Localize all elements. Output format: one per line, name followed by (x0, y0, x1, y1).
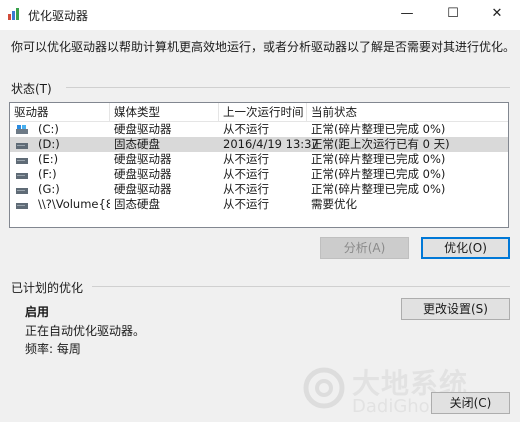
drive-row-c[interactable]: (C:) 硬盘驱动器 从不运行 正常(碎片整理已完成 0%) (10, 122, 508, 137)
title-bar: 优化驱动器 — ☐ ✕ (0, 0, 520, 30)
drive-status: 正常(碎片整理已完成 0%) (311, 152, 446, 166)
minimize-button[interactable]: — (384, 0, 430, 30)
drive-name: (E:) (38, 152, 59, 166)
drive-status: 正常(距上次运行已有 0 天) (311, 137, 450, 151)
drive-icon (16, 203, 28, 209)
media-type: 硬盘驱动器 (114, 122, 172, 136)
last-run: 从不运行 (223, 182, 269, 196)
schedule-frequency: 频率: 每周 (25, 342, 81, 356)
drive-name: (C:) (38, 122, 59, 136)
maximize-button[interactable]: ☐ (430, 0, 476, 30)
drive-name: (F:) (38, 167, 57, 181)
defrag-app-icon (8, 8, 19, 20)
last-run: 从不运行 (223, 167, 269, 181)
system-drive-icon (16, 125, 28, 134)
scheduled-divider (92, 286, 510, 287)
schedule-state: 启用 (25, 305, 50, 319)
drive-status: 正常(碎片整理已完成 0%) (311, 182, 446, 196)
status-divider (66, 87, 510, 88)
drive-status: 正常(碎片整理已完成 0%) (311, 167, 446, 181)
column-header-drive[interactable]: 驱动器 (10, 103, 110, 121)
drive-status: 需要优化 (311, 197, 357, 211)
column-header-status[interactable]: 当前状态 (307, 103, 508, 121)
drive-list[interactable]: 驱动器 媒体类型 上一次运行时间 当前状态 (C:) 硬盘驱动器 从不运行 正常… (9, 102, 509, 228)
column-header-last-run[interactable]: 上一次运行时间 (219, 103, 307, 121)
analyze-button[interactable]: 分析(A) (320, 237, 409, 259)
media-type: 固态硬盘 (114, 197, 160, 211)
schedule-running-text: 正在自动优化驱动器。 (25, 324, 146, 338)
media-type: 硬盘驱动器 (114, 167, 172, 181)
drive-name: \\?\Volume{8181... (38, 197, 110, 211)
last-run: 从不运行 (223, 152, 269, 166)
drive-icon (16, 143, 28, 149)
column-header-media-type[interactable]: 媒体类型 (110, 103, 219, 121)
last-run: 2016/4/19 13:37 (223, 137, 319, 151)
media-type: 固态硬盘 (114, 137, 160, 151)
scheduled-section-label: 已计划的优化 (11, 281, 84, 295)
close-button[interactable]: 关闭(C) (431, 392, 510, 414)
drive-row-volume[interactable]: \\?\Volume{8181... 固态硬盘 从不运行 需要优化 (10, 197, 508, 212)
drive-row-d[interactable]: (D:) 固态硬盘 2016/4/19 13:37 正常(距上次运行已有 0 天… (10, 137, 508, 152)
drive-status: 正常(碎片整理已完成 0%) (311, 122, 446, 136)
change-settings-button[interactable]: 更改设置(S) (401, 298, 510, 320)
drive-icon (16, 173, 28, 179)
description-text: 你可以优化驱动器以帮助计算机更高效地运行，或者分析驱动器以了解是否需要对其进行优… (11, 40, 516, 54)
last-run: 从不运行 (223, 197, 269, 211)
drive-row-f[interactable]: (F:) 硬盘驱动器 从不运行 正常(碎片整理已完成 0%) (10, 167, 508, 182)
media-type: 硬盘驱动器 (114, 182, 172, 196)
drive-icon (16, 188, 28, 194)
drive-name: (G:) (38, 182, 60, 196)
window-title: 优化驱动器 (28, 9, 89, 23)
media-type: 硬盘驱动器 (114, 152, 172, 166)
optimize-button[interactable]: 优化(O) (421, 237, 510, 259)
status-section-label: 状态(T) (11, 82, 52, 96)
watermark-logo-icon (303, 367, 345, 409)
close-window-button[interactable]: ✕ (474, 0, 520, 30)
drive-icon (16, 158, 28, 164)
list-header: 驱动器 媒体类型 上一次运行时间 当前状态 (10, 103, 508, 122)
last-run: 从不运行 (223, 122, 269, 136)
drive-row-g[interactable]: (G:) 硬盘驱动器 从不运行 正常(碎片整理已完成 0%) (10, 182, 508, 197)
drive-row-e[interactable]: (E:) 硬盘驱动器 从不运行 正常(碎片整理已完成 0%) (10, 152, 508, 167)
drive-name: (D:) (38, 137, 60, 151)
